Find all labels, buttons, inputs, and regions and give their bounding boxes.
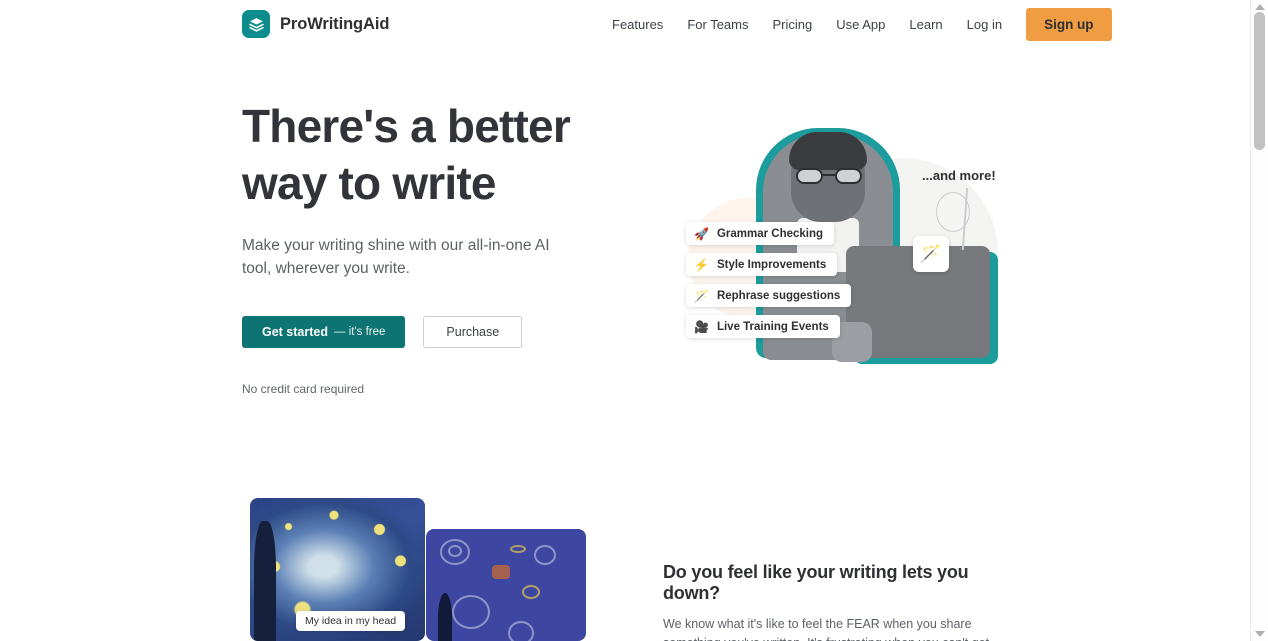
get-started-label: Get started bbox=[262, 325, 328, 339]
glasses-icon bbox=[796, 168, 862, 184]
feature-pill-label: Style Improvements bbox=[716, 258, 827, 271]
cypress-tree-simplified bbox=[438, 593, 452, 641]
rocket-icon: 🚀 bbox=[694, 226, 709, 241]
page-title: There's a better way to write bbox=[242, 98, 642, 212]
sparkles-icon: 🪄 bbox=[913, 236, 949, 272]
brand-logo[interactable]: ProWritingAid bbox=[242, 10, 389, 38]
nav-item-features[interactable]: Features bbox=[600, 11, 675, 38]
scroll-down-arrow-icon[interactable] bbox=[1255, 631, 1265, 637]
person-hair bbox=[789, 132, 867, 170]
section-body-text: We know what it's like to feel the FEAR … bbox=[663, 617, 989, 641]
lightning-bolt-icon: ⚡ bbox=[694, 257, 709, 272]
feature-pill-style-improvements[interactable]: ⚡ Style Improvements bbox=[686, 253, 838, 276]
get-started-button[interactable]: Get started — it's free bbox=[242, 316, 406, 348]
feature-pill-rephrase-suggestions[interactable]: 🪄 Rephrase suggestions bbox=[686, 284, 852, 307]
hero-content: There's a better way to write Make your … bbox=[242, 98, 642, 396]
hero-cta-row: Get started — it's free Purchase bbox=[242, 316, 642, 348]
swirl-shape bbox=[522, 585, 540, 599]
feature-pill-list: 🚀 Grammar Checking ⚡ Style Improvements … bbox=[686, 222, 852, 338]
and-more-annotation: ...and more! bbox=[922, 168, 996, 183]
feature-pill-label: Rephrase suggestions bbox=[716, 289, 841, 302]
scrollbar-thumb[interactable] bbox=[1254, 12, 1265, 150]
hero-title-line-1: There's a better bbox=[242, 100, 571, 152]
glasses-lens-right bbox=[835, 168, 862, 184]
video-camera-icon: 🎥 bbox=[694, 319, 709, 334]
hero-subtitle: Make your writing shine with our all-in-… bbox=[242, 237, 550, 277]
brand-name: ProWritingAid bbox=[280, 14, 390, 33]
site-header: ProWritingAid Features For Teams Pricing… bbox=[0, 0, 1250, 48]
swirl-shape bbox=[508, 621, 534, 641]
simplified-painting-image bbox=[426, 529, 586, 641]
nav-item-for-teams[interactable]: For Teams bbox=[675, 11, 760, 38]
main-navigation: Features For Teams Pricing Use App Learn… bbox=[600, 0, 1112, 48]
hero-illustration: 🪄 ...and more! 🚀 Grammar Checking ⚡ Styl… bbox=[660, 100, 1020, 390]
swirl-shape bbox=[534, 545, 556, 565]
image-caption: My idea in my head bbox=[296, 611, 406, 631]
feature-pill-label: Live Training Events bbox=[716, 320, 829, 333]
feature-pill-grammar-checking[interactable]: 🚀 Grammar Checking bbox=[686, 222, 835, 245]
swirl-shape bbox=[452, 595, 490, 629]
get-started-suffix: — it's free bbox=[334, 326, 386, 338]
magic-wand-icon: 🪄 bbox=[694, 288, 709, 303]
purchase-button[interactable]: Purchase bbox=[423, 316, 523, 348]
sparkles-glyph: 🪄 bbox=[920, 244, 942, 263]
nav-item-pricing[interactable]: Pricing bbox=[760, 11, 824, 38]
no-credit-card-note: No credit card required bbox=[242, 382, 365, 396]
section-heading: Do you feel like your writing lets you d… bbox=[663, 562, 969, 603]
nav-item-learn[interactable]: Learn bbox=[897, 11, 954, 38]
page-viewport: ProWritingAid Features For Teams Pricing… bbox=[0, 0, 1268, 641]
feature-pill-live-training-events[interactable]: 🎥 Live Training Events bbox=[686, 315, 840, 338]
glasses-bridge bbox=[823, 174, 835, 176]
paint-blotch bbox=[492, 565, 510, 579]
glasses-lens-left bbox=[796, 168, 823, 184]
cypress-tree bbox=[254, 521, 276, 641]
nav-item-log-in[interactable]: Log in bbox=[955, 11, 1014, 38]
hero-title-line-2: way to write bbox=[242, 157, 496, 209]
swirl-shape bbox=[510, 545, 526, 553]
swirl-shape bbox=[448, 545, 462, 557]
page-scrollbar[interactable] bbox=[1250, 0, 1268, 641]
nav-item-use-app[interactable]: Use App bbox=[824, 11, 897, 38]
sign-up-button[interactable]: Sign up bbox=[1026, 7, 1112, 41]
lower-section-copy: Do you feel like your writing lets you d… bbox=[663, 562, 1013, 641]
scroll-up-arrow-icon[interactable] bbox=[1255, 4, 1265, 10]
stacked-books-check-icon bbox=[242, 10, 270, 38]
feature-pill-label: Grammar Checking bbox=[716, 227, 824, 240]
